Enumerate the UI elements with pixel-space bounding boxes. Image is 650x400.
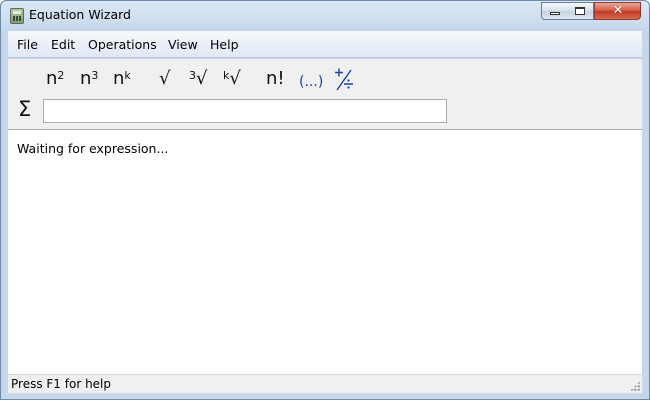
menu-help[interactable]: Help [210,37,239,52]
menu-file[interactable]: File [17,37,38,52]
menu-operations[interactable]: Operations [88,37,157,52]
sigma-icon: Σ [18,97,32,121]
close-icon: ✕ [612,3,624,18]
factorial-label: n! [266,68,285,89]
parentheses-label: (...) [299,74,324,90]
sqrt-symbol: √ [159,68,171,89]
power-base: n [113,68,125,89]
output-area: Waiting for expression... [8,130,642,374]
menu-view[interactable]: View [168,37,198,52]
kth-root-symbol: √ [229,68,241,89]
resize-grip-icon[interactable] [630,381,640,391]
menu-edit[interactable]: Edit [51,37,75,52]
cube-exponent: 3 [91,69,99,82]
cube-root-button[interactable]: 3√ [189,68,207,94]
cube-root-index: 3 [189,69,196,82]
menu-bar: File Edit Operations View Help [8,31,642,58]
app-window: Equation Wizard ✕ File Edit Operations V… [0,0,650,400]
maximize-button[interactable] [567,2,594,20]
square-base: n [46,68,58,89]
square-button[interactable]: n2 [46,68,64,94]
calculator-icon[interactable] [10,8,24,24]
title-bar[interactable]: Equation Wizard ✕ [1,1,649,31]
power-button[interactable]: nk [113,68,131,94]
parentheses-button[interactable]: (...) [299,71,323,97]
status-bar: Press F1 for help [8,374,642,393]
status-bar-text: Press F1 for help [11,377,112,391]
square-exponent: 2 [57,69,65,82]
minimize-icon [550,12,560,15]
close-button[interactable]: ✕ [594,2,641,20]
equation-toolbar: n2 n3 nk √ 3√ k√ n! (...) Σ [8,59,642,130]
cube-base: n [80,68,92,89]
factorial-button[interactable]: n! [266,68,285,94]
output-message: Waiting for expression... [17,141,169,156]
window-title: Equation Wizard [29,7,131,22]
maximize-icon [575,7,585,15]
kth-root-index: k [223,69,230,82]
cube-button[interactable]: n3 [80,68,98,94]
minimize-button[interactable] [541,2,568,20]
plus-over-divide-icon [335,68,353,91]
power-exponent: k [124,69,131,82]
cube-root-symbol: √ [196,68,208,89]
fraction-button[interactable] [332,67,356,93]
sqrt-button[interactable]: √ [159,68,170,94]
expression-input[interactable] [43,99,447,123]
kth-root-button[interactable]: k√ [223,68,241,94]
